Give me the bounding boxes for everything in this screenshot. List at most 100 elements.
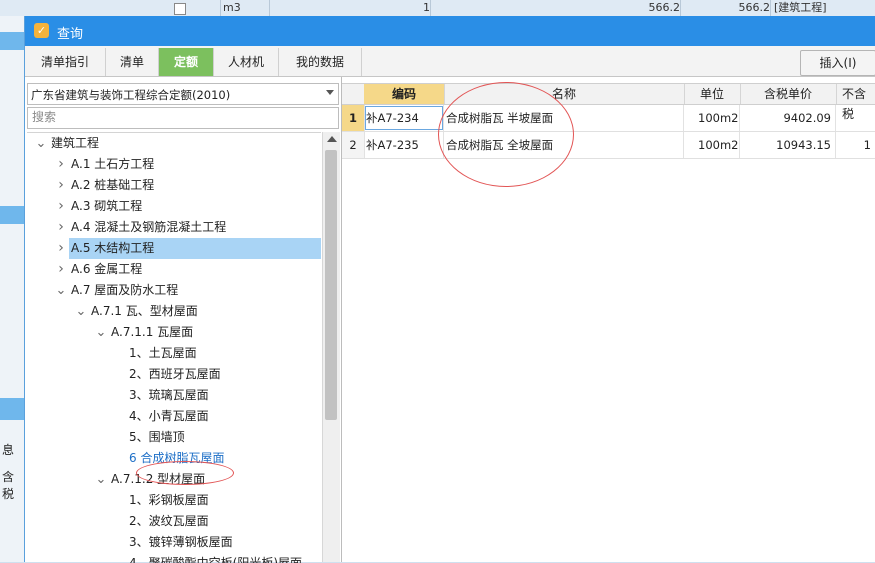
chevron-down-icon[interactable]: ⌄ xyxy=(55,280,67,301)
tree-item[interactable]: 4、小青瓦屋面 xyxy=(27,406,321,427)
column-header-name[interactable]: 名称 xyxy=(444,84,685,104)
cell-code[interactable]: 补A7-235 xyxy=(364,132,444,158)
bg-price-cell: 566.2 xyxy=(600,0,681,16)
tree-item-label: 1、土瓦屋面 xyxy=(129,346,197,360)
chevron-down-icon[interactable]: ⌄ xyxy=(95,469,107,490)
row-number: 1 xyxy=(342,105,365,131)
bg-tax-label: 含税 xyxy=(2,470,15,501)
tree-item-label: A.2 桩基础工程 xyxy=(71,178,155,192)
tree-item[interactable]: 6 合成树脂瓦屋面 xyxy=(27,448,321,469)
tree-item-label: 3、镀锌薄钢板屋面 xyxy=(129,535,233,549)
chevron-down-icon[interactable]: ⌄ xyxy=(75,301,87,322)
search-input[interactable] xyxy=(28,108,336,126)
chevron-down-icon[interactable]: ⌄ xyxy=(35,133,47,154)
dialog-title: 查询 xyxy=(57,27,84,42)
tree-item-label: A.1 土石方工程 xyxy=(71,157,155,171)
query-dialog: ✓ 查询 清单指引 清单 定额 人材机 我的数据 插入(I) 广东省建筑与装饰工… xyxy=(24,16,875,563)
tree-item-label: A.5 木结构工程 xyxy=(69,238,321,259)
bg-checkbox xyxy=(174,3,186,15)
app-icon: ✓ xyxy=(34,23,49,38)
row-number-header xyxy=(342,84,365,104)
chevron-right-icon[interactable]: › xyxy=(55,217,67,238)
table-row[interactable]: 2 补A7-235 合成树脂瓦 全坡屋面 100m2 10943.15 1 xyxy=(342,132,875,159)
insert-button[interactable]: 插入(I) xyxy=(800,50,875,76)
tree-item[interactable]: › A.2 桩基础工程 xyxy=(27,175,321,196)
tree-item[interactable]: › A.6 金属工程 xyxy=(27,259,321,280)
tree-item-label: 2、波纹瓦屋面 xyxy=(129,514,209,528)
tree-item[interactable]: ⌄ A.7.1.1 瓦屋面 xyxy=(27,322,321,343)
tab-labor-material-machine[interactable]: 人材机 xyxy=(214,48,279,76)
chevron-right-icon[interactable]: › xyxy=(55,196,67,217)
table-row[interactable]: 1 补A7-234 合成树脂瓦 半坡屋面 100m2 9402.09 xyxy=(342,105,875,132)
tree-item-label: A.4 混凝土及钢筋混凝土工程 xyxy=(71,220,227,234)
cell-tax-price[interactable]: 10943.15 xyxy=(740,132,836,158)
tab-bill-guide[interactable]: 清单指引 xyxy=(25,48,106,76)
scroll-thumb[interactable] xyxy=(325,150,337,420)
bg-row-highlight xyxy=(0,398,24,420)
chevron-right-icon[interactable]: › xyxy=(55,259,67,280)
chevron-right-icon[interactable]: › xyxy=(55,175,67,196)
cell-unit[interactable]: 100m2 xyxy=(684,105,740,131)
bg-row-highlight xyxy=(0,32,24,50)
tree-item-label: A.7.1 瓦、型材屋面 xyxy=(91,304,198,318)
scroll-up-icon[interactable] xyxy=(327,136,337,142)
quota-library-select[interactable]: 广东省建筑与装饰工程综合定额(2010) xyxy=(27,83,339,105)
chevron-right-icon[interactable]: › xyxy=(55,154,67,175)
tree-item[interactable]: › A.4 混凝土及钢筋混凝土工程 xyxy=(27,217,321,238)
cell-tax-price[interactable]: 9402.09 xyxy=(740,105,836,131)
column-header-code[interactable]: 编码 xyxy=(364,84,445,104)
cell-unit[interactable]: 100m2 xyxy=(684,132,740,158)
tree-item[interactable]: ⌄ A.7.1 瓦、型材屋面 xyxy=(27,301,321,322)
cell-name[interactable]: 合成树脂瓦 全坡屋面 xyxy=(444,132,684,158)
tree-item[interactable]: 2、波纹瓦屋面 xyxy=(27,511,321,532)
quota-results-grid: 编码 名称 单位 含税单价 不含税 1 补A7-234 合成树脂瓦 半坡屋面 1… xyxy=(342,77,875,562)
bg-row-highlight xyxy=(0,206,24,224)
background-grid-row: m3 1 566.2 566.2 [建筑工程] xyxy=(0,0,875,17)
tree-item[interactable]: ⌄ A.7.1.2 型材屋面 xyxy=(27,469,321,490)
column-header-pretax-price[interactable]: 不含税 xyxy=(836,84,875,121)
tree-item[interactable]: › A.5 木结构工程 xyxy=(27,238,321,259)
tree-item[interactable]: › A.1 土石方工程 xyxy=(27,154,321,175)
tree-item[interactable]: 1、彩钢板屋面 xyxy=(27,490,321,511)
tree-scrollbar[interactable] xyxy=(322,132,340,562)
bg-info-tab[interactable]: 息 xyxy=(2,441,14,458)
tree-item[interactable]: ⌄ A.7 屋面及防水工程 xyxy=(27,280,321,301)
column-header-unit[interactable]: 单位 xyxy=(684,84,741,104)
tree-item-label: A.7 屋面及防水工程 xyxy=(71,283,179,297)
cell-pretax-price[interactable] xyxy=(836,105,875,131)
tree-item[interactable]: › A.3 砌筑工程 xyxy=(27,196,321,217)
tree-item[interactable]: 2、西班牙瓦屋面 xyxy=(27,364,321,385)
chevron-right-icon[interactable]: › xyxy=(55,238,67,259)
tab-bar: 清单指引 清单 定额 人材机 我的数据 插入(I) xyxy=(25,46,875,77)
tree-item-label: A.3 砌筑工程 xyxy=(71,199,143,213)
tree-item[interactable]: 3、琉璃瓦屋面 xyxy=(27,385,321,406)
cell-name[interactable]: 合成树脂瓦 半坡屋面 xyxy=(444,105,684,131)
tree-item-label: A.7.1.2 型材屋面 xyxy=(111,472,206,486)
cell-pretax-price[interactable]: 1 xyxy=(836,132,875,158)
tree-item[interactable]: ⌄ 建筑工程 xyxy=(27,133,321,154)
tab-bill[interactable]: 清单 xyxy=(106,48,159,76)
tree-item[interactable]: 3、镀锌薄钢板屋面 xyxy=(27,532,321,553)
bg-unit-cell: m3 xyxy=(220,0,270,16)
column-header-tax-price[interactable]: 含税单价 xyxy=(740,84,837,104)
tree-item[interactable]: 5、围墙顶 xyxy=(27,427,321,448)
tab-quota[interactable]: 定额 xyxy=(159,48,214,76)
quota-tree: ⌄ 建筑工程 › A.1 土石方工程 › A.2 桩基础工程 › A.3 砌筑工程 › A.4 混… xyxy=(27,132,321,563)
tree-item-label: 4、小青瓦屋面 xyxy=(129,409,209,423)
row-number: 2 xyxy=(342,132,365,158)
bg-checkbox-cell xyxy=(140,0,221,16)
bg-total-cell: 566.2 xyxy=(690,0,771,16)
tree-item-label: 5、围墙顶 xyxy=(129,430,185,444)
cell-code[interactable]: 补A7-234 xyxy=(364,105,444,131)
tree-item[interactable]: 1、土瓦屋面 xyxy=(27,343,321,364)
tree-item-label: 3、琉璃瓦屋面 xyxy=(129,388,209,402)
chevron-down-icon[interactable]: ⌄ xyxy=(95,322,107,343)
tree-item-label: A.6 金属工程 xyxy=(71,262,143,276)
search-box[interactable] xyxy=(27,107,339,129)
bg-category-cell: [建筑工程] xyxy=(772,0,875,16)
dialog-title-bar[interactable]: ✓ 查询 xyxy=(25,16,875,46)
tree-item-label: 1、彩钢板屋面 xyxy=(129,493,209,507)
tab-my-data[interactable]: 我的数据 xyxy=(279,48,362,76)
tree-item-label: 2、西班牙瓦屋面 xyxy=(129,367,221,381)
quota-tree-panel: 广东省建筑与装饰工程综合定额(2010) ⌄ 建筑工程 › A.1 土石方工程 › A.2… xyxy=(25,77,342,563)
